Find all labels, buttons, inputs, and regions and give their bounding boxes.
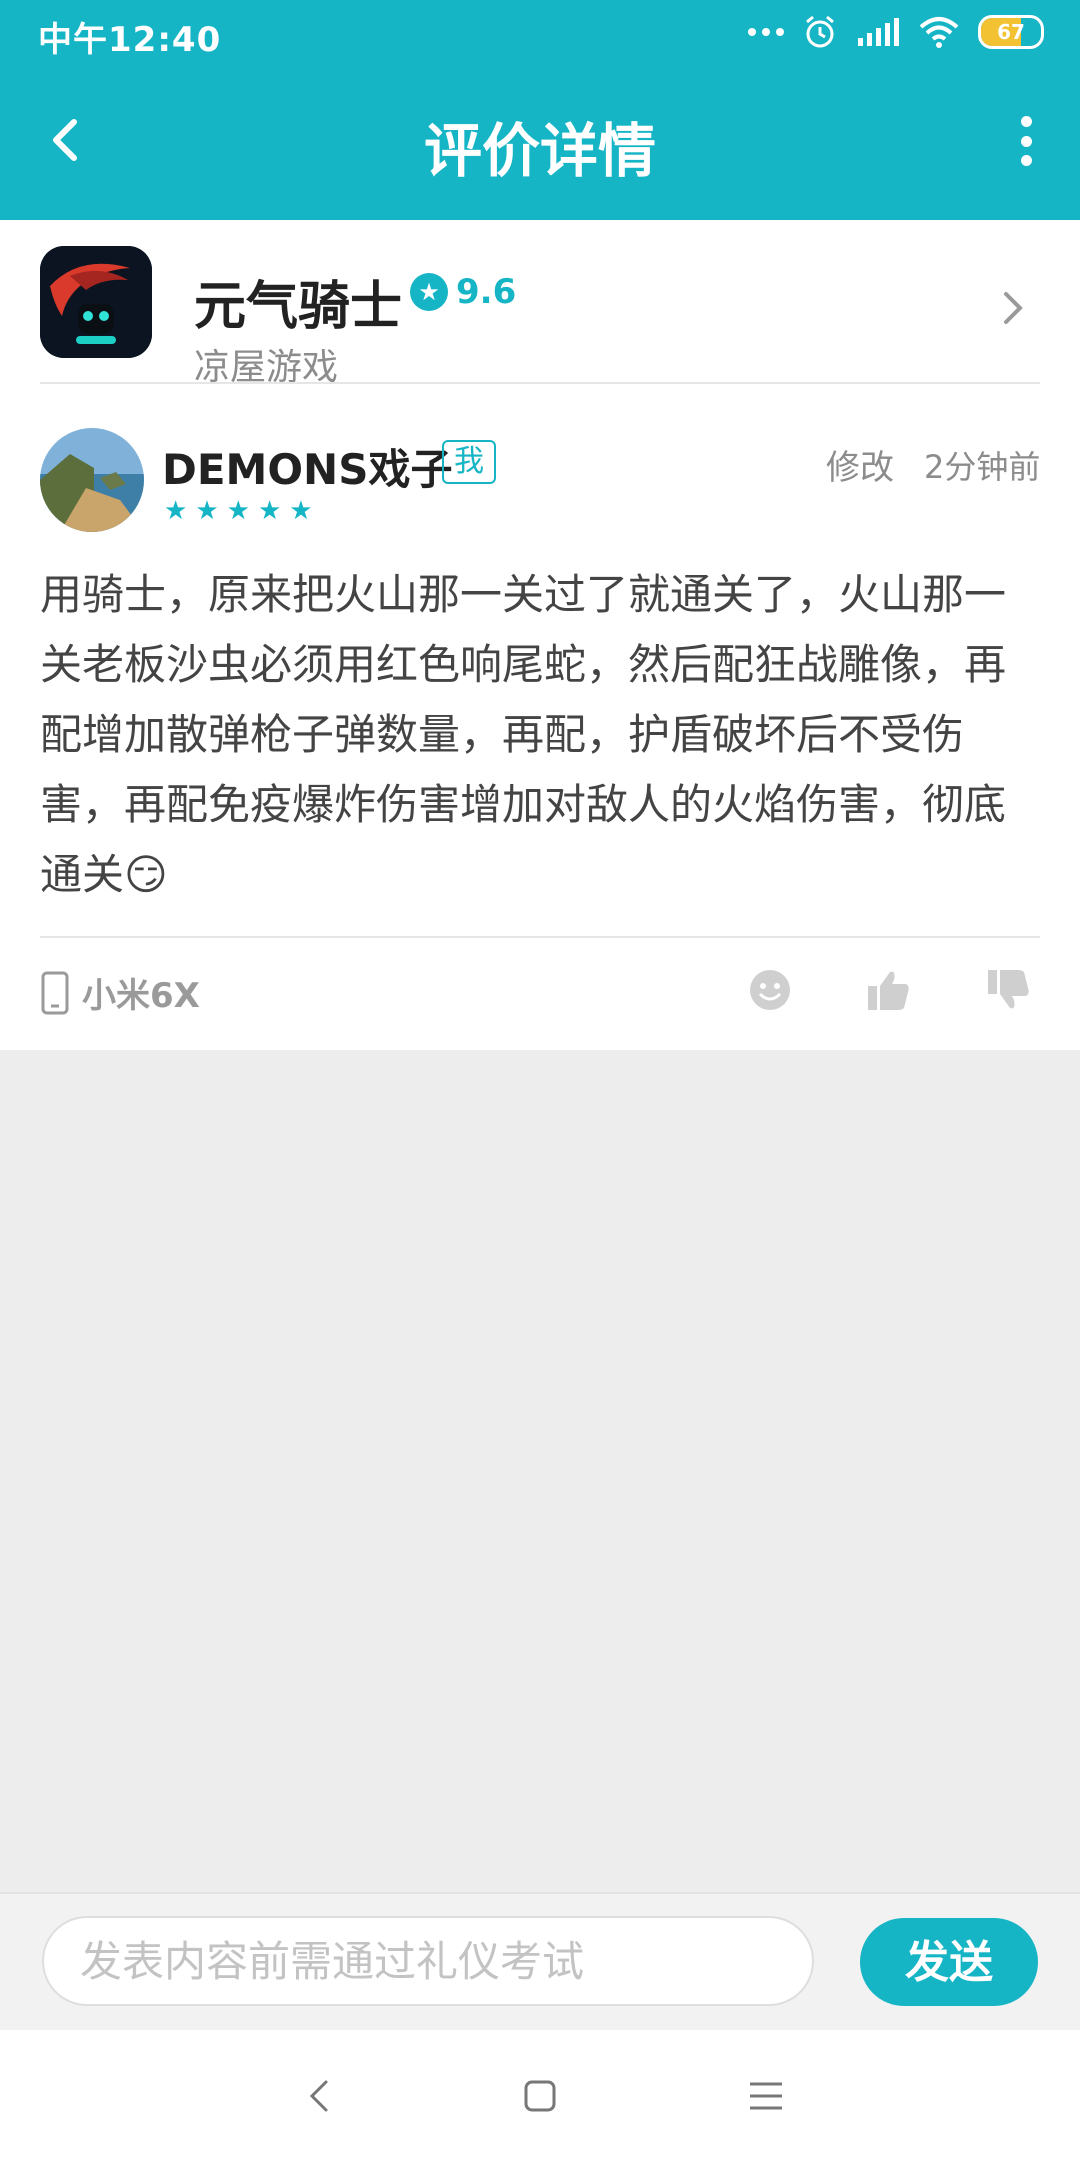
divider xyxy=(40,936,1040,938)
more-options-icon[interactable] xyxy=(1016,116,1036,166)
star-icon: ★ xyxy=(257,496,282,526)
edit-button[interactable]: 修改 xyxy=(826,440,894,489)
review-text: 用骑士，原来把火山那一关过了就通关了，火山那一关老板沙虫必须用红色响尾蛇，然后配… xyxy=(40,570,1007,899)
chevron-right-icon xyxy=(1004,292,1023,324)
thumbs-up-icon[interactable] xyxy=(866,968,910,1012)
emoji-reaction-icon[interactable] xyxy=(748,968,792,1012)
system-nav-bar xyxy=(0,2030,1080,2160)
send-button[interactable]: 发送 xyxy=(860,1918,1038,2006)
nav-menu-icon[interactable] xyxy=(744,2074,788,2118)
device-info: 小米6X xyxy=(40,968,200,1017)
avatar[interactable] xyxy=(40,428,144,532)
comment-bar: 发送 xyxy=(0,1892,1080,2030)
star-icon: ★ xyxy=(164,496,188,526)
signal-icon xyxy=(858,18,899,46)
status-bar: 中午12:40 67 xyxy=(0,0,1080,66)
review-footer: 小米6X xyxy=(40,962,1040,1022)
divider xyxy=(40,382,1040,384)
review-time: 2分钟前 xyxy=(924,448,1041,486)
nav-back-icon[interactable] xyxy=(298,2074,342,2118)
reviewer-name: DEMONS戏子 xyxy=(162,445,453,494)
star-icon: ★ xyxy=(195,496,219,526)
star-icon: ★ xyxy=(289,496,313,526)
more-notifications-icon xyxy=(748,28,784,36)
status-time: 中午12:40 xyxy=(38,20,222,60)
star-badge-icon: ★ xyxy=(410,273,448,311)
comment-input[interactable] xyxy=(42,1916,814,2006)
game-score-value: 9.6 xyxy=(456,272,517,312)
top-bar: 中午12:40 67 评价详情 xyxy=(0,0,1080,220)
game-name: 元气骑士 xyxy=(194,277,403,337)
game-header[interactable]: 元气骑士 ★ 9.6 凉屋游戏 xyxy=(40,246,1040,388)
page-title: 评价详情 xyxy=(423,117,656,185)
star-icon: ★ xyxy=(226,496,250,526)
game-score: ★ 9.6 xyxy=(410,272,516,312)
wifi-icon xyxy=(919,17,959,48)
review-card: 元气骑士 ★ 9.6 凉屋游戏 DEMONS戏子 我 ★ ★ ★ ★ ★ 修改 … xyxy=(0,220,1080,1050)
rating-stars: ★ ★ ★ ★ ★ xyxy=(164,496,313,526)
battery-level: 67 xyxy=(997,20,1025,44)
nav-home-icon[interactable] xyxy=(518,2074,562,2118)
battery-icon: 67 xyxy=(978,15,1044,49)
status-icons: 67 xyxy=(748,14,1044,50)
thumbs-down-icon[interactable] xyxy=(986,968,1030,1012)
phone-icon xyxy=(41,971,69,1014)
app-bar: 评价详情 xyxy=(0,66,1080,220)
alarm-icon xyxy=(806,15,834,48)
me-badge: 我 xyxy=(442,440,496,484)
device-name: 小米6X xyxy=(82,976,200,1016)
game-app-icon xyxy=(40,246,152,358)
